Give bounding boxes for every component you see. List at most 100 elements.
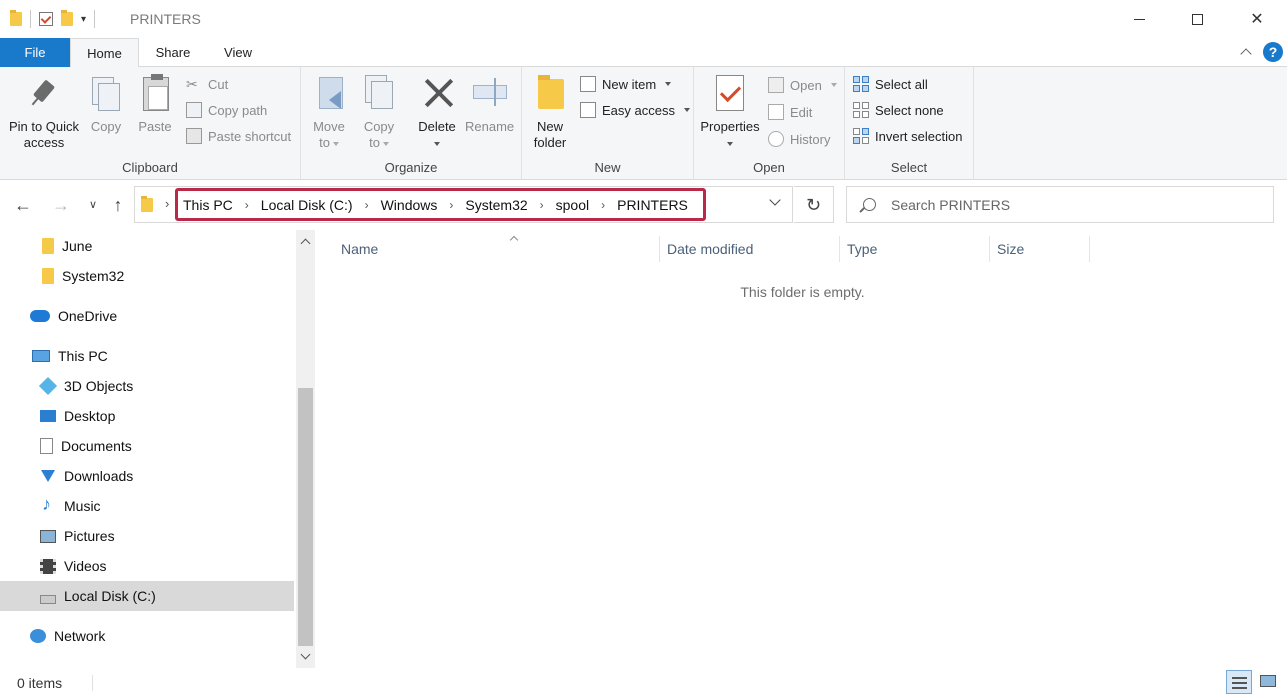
open-label: Open [790,77,822,93]
sidebar-item-desktop[interactable]: Desktop [40,401,115,431]
breadcrumb-item[interactable]: System32 [465,197,527,213]
tab-share[interactable]: Share [139,38,207,67]
rename-button[interactable]: Rename [465,73,514,135]
forward-arrow-icon[interactable]: → [50,194,72,216]
minimize-button[interactable] [1109,0,1169,38]
sidebar-item-3d-objects[interactable]: 3D Objects [38,371,133,401]
address-bar[interactable]: › This PC › Local Disk (C:) › Windows › System… [134,186,793,223]
pin-to-quick-access-button[interactable]: Pin to Quick access [6,73,82,151]
column-header-date-modified[interactable]: Date modified [660,236,840,262]
sidebar-item-network[interactable]: Network [30,621,105,651]
search-box[interactable] [846,186,1274,223]
open-dropdown-icon [830,83,837,87]
column-header-name[interactable]: Name [334,236,660,262]
pin-icon [26,73,62,113]
details-view-icon[interactable] [1226,670,1252,694]
copy-to-button[interactable]: Copy to [359,73,399,151]
select-none-button[interactable]: Select none [853,99,944,121]
sidebar-item-pictures[interactable]: Pictures [40,521,115,551]
history-button[interactable]: History [768,128,830,150]
large-icons-view-icon[interactable] [1256,670,1282,694]
delete-dropdown-icon[interactable] [415,135,459,151]
breadcrumb-item[interactable]: PRINTERS [617,197,688,213]
close-button[interactable]: ✕ [1227,0,1287,38]
new-item-button[interactable]: New item [580,73,672,95]
select-none-label: Select none [875,102,944,118]
new-item-label: New item [602,76,657,92]
address-history-chevron-down-icon[interactable] [769,196,781,208]
search-input[interactable] [891,195,1261,215]
chevron-right-icon[interactable]: › [601,198,605,212]
new-group-label: New [594,160,621,175]
tab-view[interactable]: View [207,38,269,67]
sidebar-item-system32[interactable]: System32 [40,261,124,291]
copy-button[interactable]: Copy [86,73,126,135]
breadcrumb-item[interactable]: Local Disk (C:) [261,197,353,213]
local-disk-icon [40,594,56,604]
sidebar-item-music[interactable]: Music [40,491,101,521]
chevron-right-icon[interactable]: › [165,196,169,211]
help-icon[interactable]: ? [1263,42,1283,62]
sidebar-item-videos[interactable]: Videos [40,551,107,581]
clipboard-group: Pin to Quick access Copy Paste ✂ Cut Cop… [0,67,301,180]
move-to-button[interactable]: Move to [309,73,349,151]
3d-objects-icon [38,376,58,396]
refresh-icon[interactable]: ↻ [794,186,834,223]
column-header-type[interactable]: Type [840,236,990,262]
breadcrumb-item[interactable]: spool [556,197,589,213]
breadcrumb-item[interactable]: Windows [381,197,438,213]
tab-home[interactable]: Home [70,38,139,68]
sidebar-item-onedrive[interactable]: OneDrive [30,301,117,331]
sidebar-item-documents[interactable]: Documents [40,431,132,461]
delete-button[interactable]: Delete [415,73,459,151]
sidebar-item-label: This PC [58,348,108,364]
paste-shortcut-button[interactable]: Paste shortcut [186,125,291,147]
select-all-button[interactable]: Select all [853,73,928,95]
up-arrow-icon[interactable]: ↑ [107,194,129,216]
sidebar-item-downloads[interactable]: Downloads [40,461,133,491]
edit-button[interactable]: Edit [768,101,812,123]
scrollbar-thumb[interactable] [298,388,313,646]
new-item-dropdown-icon [665,82,672,86]
tab-file[interactable]: File [0,38,70,67]
customize-toolbar-dropdown-icon[interactable]: ▾ [81,14,86,25]
chevron-right-icon[interactable]: › [449,198,453,212]
sidebar-item-june[interactable]: June [40,231,92,261]
chevron-right-icon[interactable]: › [540,198,544,212]
column-header-size[interactable]: Size [990,236,1090,262]
this-pc-icon [32,350,50,362]
scroll-down-icon[interactable] [296,648,315,666]
copy-path-button[interactable]: Copy path [186,99,267,121]
cut-button[interactable]: ✂ Cut [186,73,228,95]
maximize-button[interactable] [1167,0,1227,38]
navigation-pane-scrollbar[interactable] [296,230,315,668]
paste-button[interactable]: Paste [135,73,175,135]
easy-access-button[interactable]: Easy access [580,99,690,121]
breadcrumb-item[interactable]: This PC [183,197,233,213]
chevron-right-icon[interactable]: › [245,198,249,212]
pin-label-line1: Pin to Quick [8,119,80,134]
window-title: PRINTERS [130,11,201,27]
properties-button[interactable]: Properties [698,73,762,151]
pin-label-line2: access [23,135,65,150]
edit-icon [768,104,784,120]
file-list[interactable]: Name Date modified Type Size This folder… [315,230,1287,668]
scroll-up-icon[interactable] [296,232,315,250]
copy-to-label-line2: to [359,135,399,151]
sidebar-item-this-pc[interactable]: This PC [32,341,108,371]
breadcrumb: This PC › Local Disk (C:) › Windows › System32… [175,188,706,221]
empty-folder-message: This folder is empty. [740,284,865,300]
collapse-ribbon-icon[interactable] [1239,45,1253,59]
network-icon [30,629,46,643]
back-arrow-icon[interactable]: ← [12,194,34,216]
recent-locations-chevron-icon[interactable]: ∨ [82,194,104,216]
new-folder-icon [532,73,568,113]
new-folder-button[interactable]: New folder [530,73,570,151]
open-button[interactable]: Open [768,74,837,96]
new-folder-quick-icon[interactable] [61,10,73,26]
sidebar-item-local-disk-c[interactable]: Local Disk (C:) [0,581,294,611]
invert-selection-button[interactable]: Invert selection [853,125,962,147]
properties-quick-icon[interactable] [39,12,53,26]
chevron-right-icon[interactable]: › [365,198,369,212]
properties-dropdown-icon[interactable] [698,135,762,151]
